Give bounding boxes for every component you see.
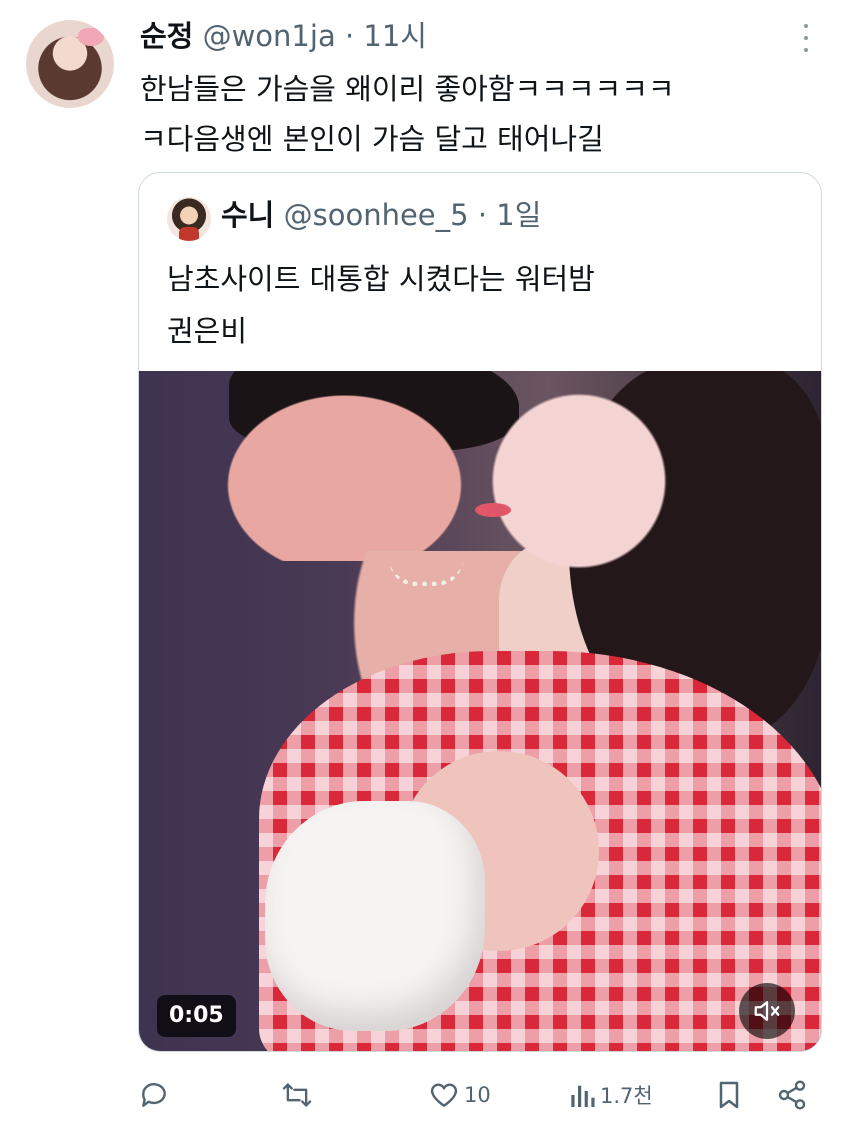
views-count: 1.7천 [600, 1084, 653, 1108]
more-vertical-icon[interactable] [796, 24, 816, 52]
video-white-top [265, 801, 485, 1031]
quote-display-name[interactable]: 수니 [221, 198, 274, 232]
reply-button[interactable] [138, 1070, 174, 1120]
speaker-muted-icon[interactable] [739, 983, 795, 1039]
video-figure-face [223, 371, 493, 561]
like-count: 10 [464, 1083, 491, 1107]
user-avatar[interactable] [26, 20, 114, 108]
tweet-text: 한남들은 가슴을 왜이리 좋아함ㅋㅋㅋㅋㅋㅋ ㅋ다음생엔 본인이 가슴 달고 태… [140, 72, 675, 156]
retweet-button[interactable] [280, 1070, 318, 1120]
share-button[interactable] [776, 1070, 808, 1120]
video-player[interactable]: 0:05 [139, 371, 821, 1051]
quote-text: 남초사이트 대통합 시켰다는 워터밤 권은비 [167, 262, 595, 348]
bookmark-icon [714, 1079, 744, 1111]
video-lips [475, 503, 511, 517]
separator: · [344, 19, 355, 53]
quoted-tweet[interactable]: 수니 @soonhee_5 · 1일 남초사이트 대통합 시켰다는 워터밤 권은… [138, 172, 822, 1052]
like-button[interactable]: 10 [428, 1070, 491, 1120]
retweet-icon [280, 1079, 314, 1111]
user-handle[interactable]: @won1ja [203, 19, 336, 53]
quote-handle[interactable]: @soonhee_5 [284, 198, 469, 232]
tweet-time[interactable]: 11시 [363, 19, 427, 53]
action-bar: 10 1.7천 [0, 1070, 850, 1120]
heart-icon [428, 1079, 460, 1111]
tweet-header: 순정 @won1ja · 11시 [140, 18, 427, 54]
quote-avatar[interactable] [167, 197, 211, 241]
quote-separator: · [477, 198, 488, 232]
video-woman-face [479, 381, 679, 581]
reply-icon [138, 1079, 170, 1111]
quote-time[interactable]: 1일 [496, 198, 541, 232]
hair-bow [78, 28, 104, 46]
display-name[interactable]: 순정 [140, 19, 193, 53]
share-icon [776, 1079, 808, 1111]
views-button[interactable]: 1.7천 [568, 1070, 653, 1120]
video-timestamp: 0:05 [157, 995, 236, 1037]
quote-header: 수니 @soonhee_5 · 1일 [221, 195, 541, 235]
views-chart-icon [568, 1079, 596, 1111]
bookmark-button[interactable] [714, 1070, 744, 1120]
